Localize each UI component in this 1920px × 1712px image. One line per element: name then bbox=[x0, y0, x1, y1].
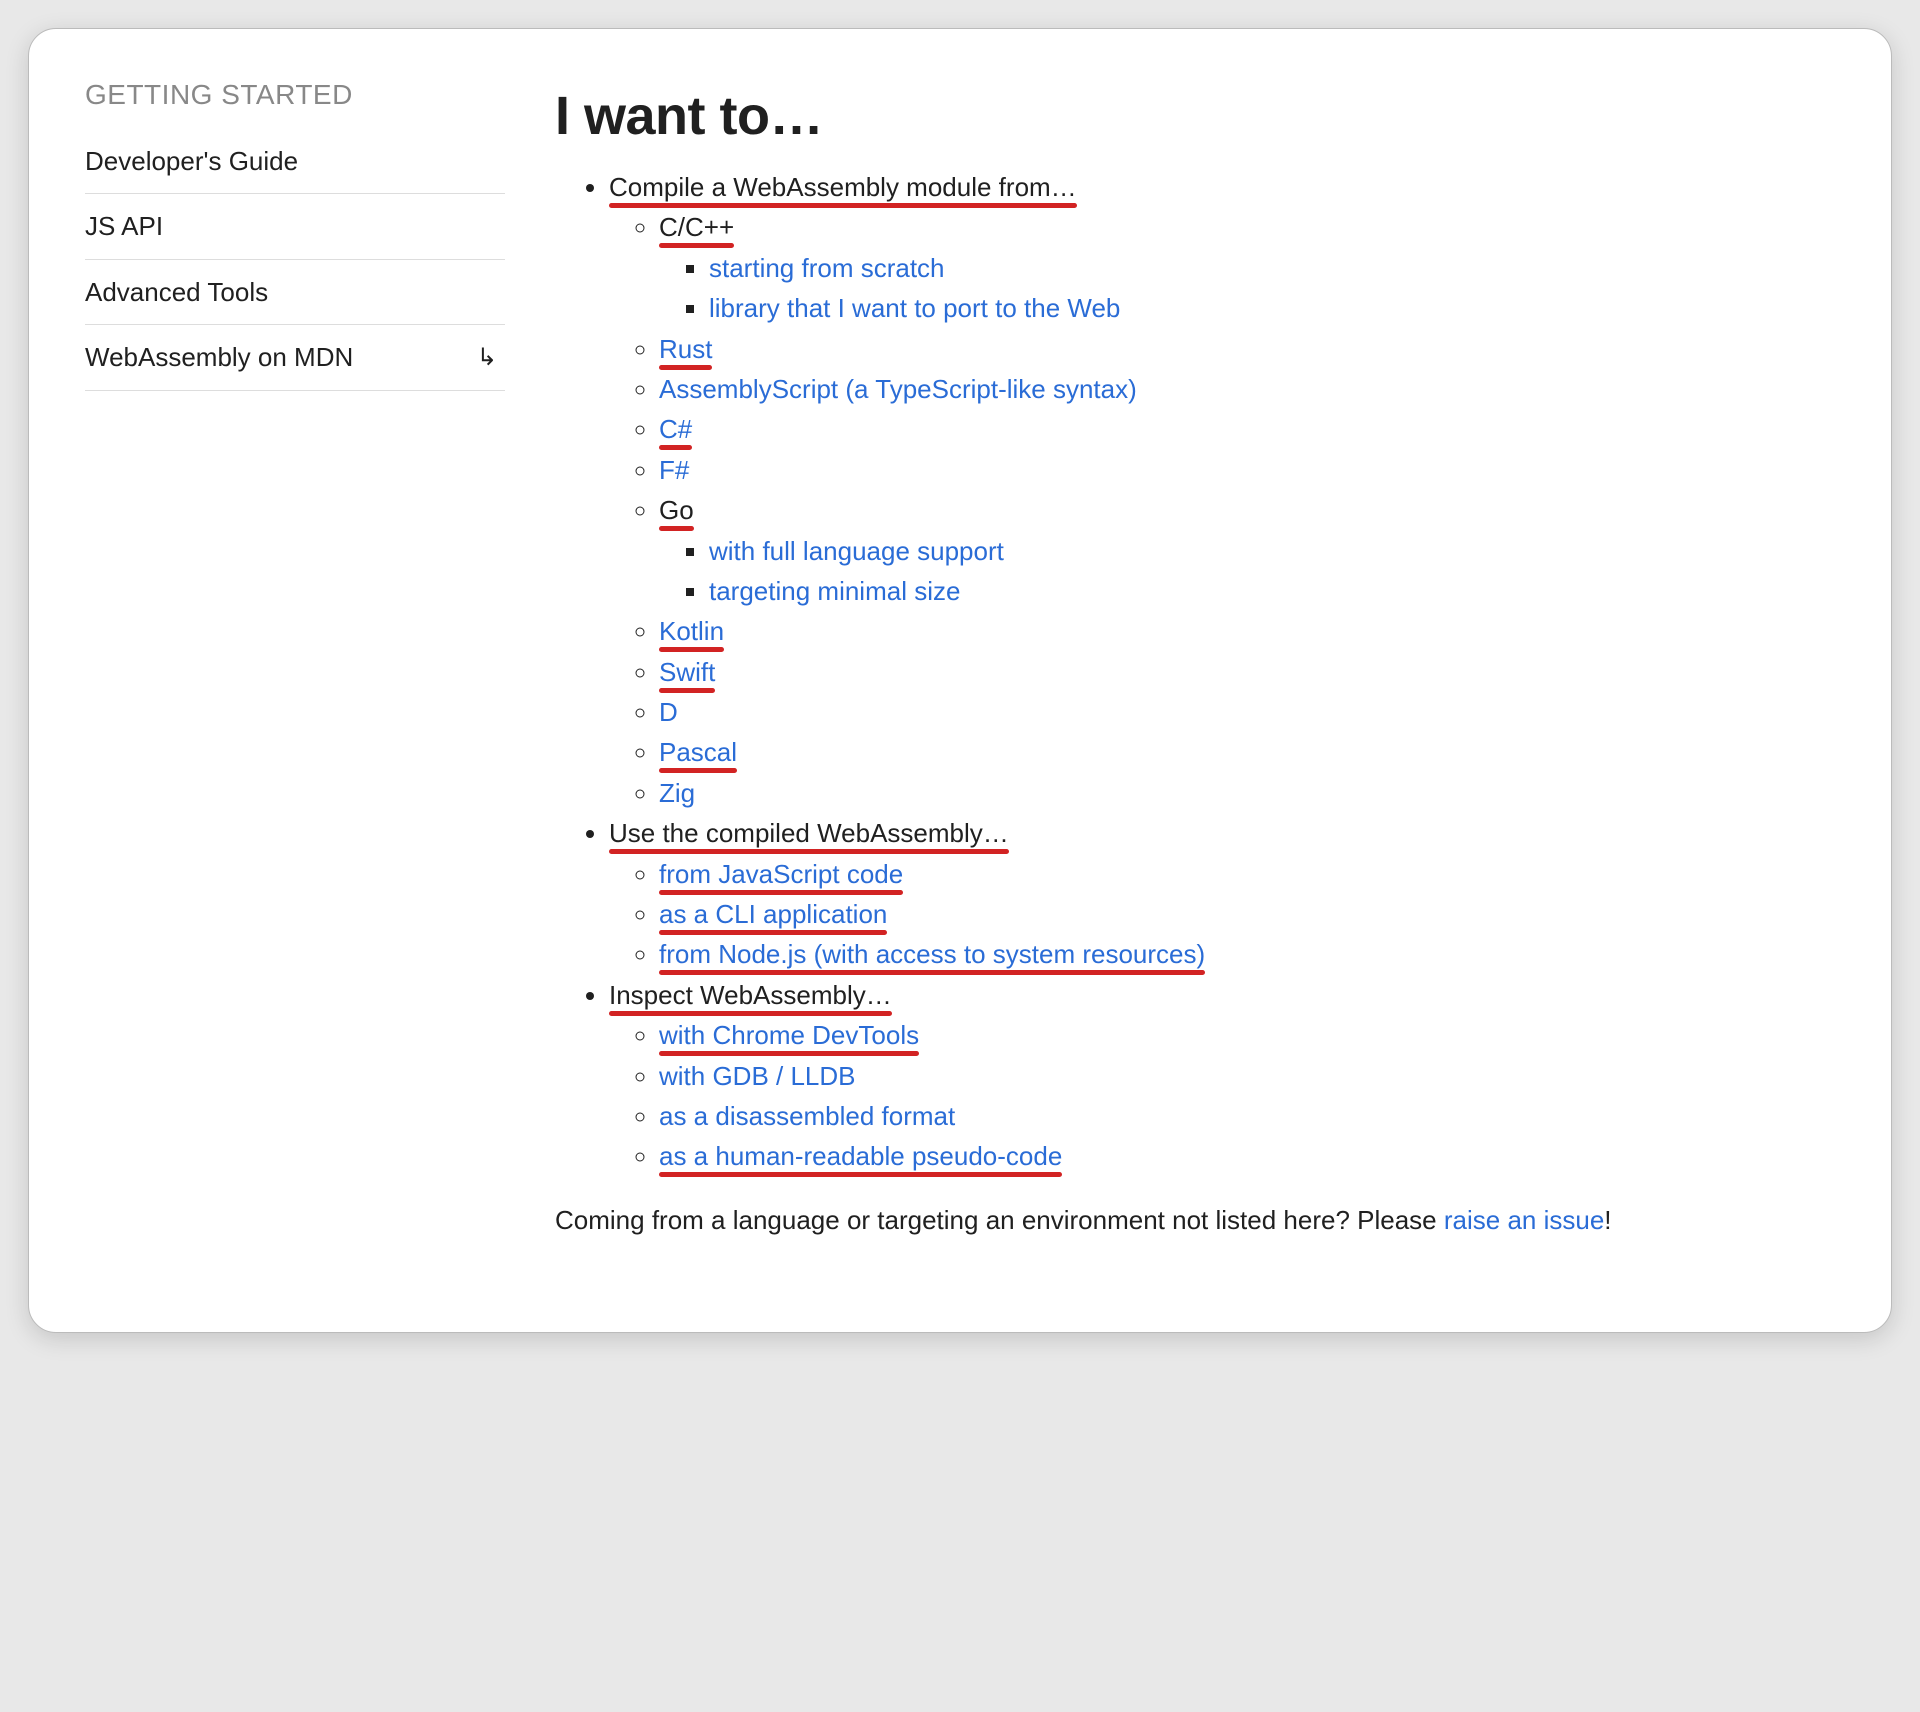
sidebar: GETTING STARTED Developer's Guide JS API A… bbox=[85, 79, 505, 1262]
list-item: Rust bbox=[659, 331, 1861, 367]
list-item: Swift bbox=[659, 654, 1861, 690]
list-item: with Chrome DevTools bbox=[659, 1017, 1861, 1053]
page-frame: GETTING STARTED Developer's Guide JS API A… bbox=[28, 28, 1892, 1333]
external-link-icon: ↳ bbox=[477, 341, 505, 375]
raise-issue-link[interactable]: raise an issue bbox=[1444, 1205, 1604, 1235]
content-link[interactable]: from Node.js (with access to system reso… bbox=[659, 939, 1205, 969]
content-label: Compile a WebAssembly module from… bbox=[609, 172, 1077, 202]
content-link[interactable]: targeting minimal size bbox=[709, 576, 960, 606]
content-link[interactable]: Zig bbox=[659, 778, 695, 808]
list-item: starting from scratch bbox=[709, 250, 1861, 286]
list-item: targeting minimal size bbox=[709, 573, 1861, 609]
content-tree: Compile a WebAssembly module from… C/C++ s… bbox=[555, 169, 1861, 1175]
hand-underline: C/C++ bbox=[659, 212, 734, 242]
page-title: I want to… bbox=[555, 85, 1861, 147]
hand-underline: Inspect WebAssembly… bbox=[609, 980, 892, 1010]
footer-prefix: Coming from a language or targeting an e… bbox=[555, 1205, 1444, 1235]
content-link[interactable]: F# bbox=[659, 455, 689, 485]
list-item: Use the compiled WebAssembly… from JavaSc… bbox=[609, 815, 1861, 973]
content-label: Use the compiled WebAssembly… bbox=[609, 818, 1009, 848]
list-item: Compile a WebAssembly module from… C/C++ s… bbox=[609, 169, 1861, 811]
main-content: I want to… Compile a WebAssembly module … bbox=[555, 79, 1861, 1262]
hand-underline: Go bbox=[659, 495, 694, 525]
content-label: C/C++ bbox=[659, 212, 734, 242]
list-item: F# bbox=[659, 452, 1861, 488]
hand-underline: Swift bbox=[659, 657, 715, 687]
list-item: Zig bbox=[659, 775, 1861, 811]
content-link[interactable]: Swift bbox=[659, 657, 715, 687]
list-item: with full language support bbox=[709, 533, 1861, 569]
content-link[interactable]: with full language support bbox=[709, 536, 1004, 566]
list-item: Inspect WebAssembly… with Chrome DevTools… bbox=[609, 977, 1861, 1175]
list-item: as a disassembled format bbox=[659, 1098, 1861, 1134]
sidebar-item-label: Developer's Guide bbox=[85, 143, 298, 179]
footer-note: Coming from a language or targeting an e… bbox=[555, 1205, 1861, 1236]
content-link[interactable]: with Chrome DevTools bbox=[659, 1020, 919, 1050]
list-item: C# bbox=[659, 411, 1861, 447]
hand-underline: Use the compiled WebAssembly… bbox=[609, 818, 1009, 848]
content-link[interactable]: as a CLI application bbox=[659, 899, 887, 929]
hand-underline: C# bbox=[659, 414, 692, 444]
content-link[interactable]: D bbox=[659, 697, 678, 727]
list-item: as a human-readable pseudo-code bbox=[659, 1138, 1861, 1174]
list-item: Go with full language support targeting mi… bbox=[659, 492, 1861, 609]
list-item: library that I want to port to the Web bbox=[709, 290, 1861, 326]
list-item: Pascal bbox=[659, 734, 1861, 770]
hand-underline: as a human-readable pseudo-code bbox=[659, 1141, 1062, 1171]
list-item: D bbox=[659, 694, 1861, 730]
hand-underline: Compile a WebAssembly module from… bbox=[609, 172, 1077, 202]
sidebar-item-label: WebAssembly on MDN bbox=[85, 339, 353, 375]
list-item: with GDB / LLDB bbox=[659, 1058, 1861, 1094]
content-link[interactable]: Kotlin bbox=[659, 616, 724, 646]
sidebar-item-label: JS API bbox=[85, 208, 163, 244]
hand-underline: Rust bbox=[659, 334, 712, 364]
sidebar-item[interactable]: Developer's Guide bbox=[85, 129, 505, 194]
list-item: from Node.js (with access to system reso… bbox=[659, 936, 1861, 972]
sidebar-list: Developer's Guide JS API Advanced Tools Web… bbox=[85, 129, 505, 391]
content-link[interactable]: with GDB / LLDB bbox=[659, 1061, 856, 1091]
content-link[interactable]: Rust bbox=[659, 334, 712, 364]
hand-underline: as a CLI application bbox=[659, 899, 887, 929]
content-link[interactable]: starting from scratch bbox=[709, 253, 945, 283]
content-link[interactable]: as a human-readable pseudo-code bbox=[659, 1141, 1062, 1171]
content-link[interactable]: AssemblyScript (a TypeScript-like syntax… bbox=[659, 374, 1137, 404]
content-link[interactable]: library that I want to port to the Web bbox=[709, 293, 1120, 323]
content-link[interactable]: Pascal bbox=[659, 737, 737, 767]
sidebar-heading: GETTING STARTED bbox=[85, 79, 505, 111]
content-label: Inspect WebAssembly… bbox=[609, 980, 892, 1010]
list-item: AssemblyScript (a TypeScript-like syntax… bbox=[659, 371, 1861, 407]
footer-suffix: ! bbox=[1604, 1205, 1611, 1235]
content-link[interactable]: from JavaScript code bbox=[659, 859, 903, 889]
sidebar-item[interactable]: JS API bbox=[85, 194, 505, 259]
list-item: from JavaScript code bbox=[659, 856, 1861, 892]
list-item: as a CLI application bbox=[659, 896, 1861, 932]
hand-underline: Pascal bbox=[659, 737, 737, 767]
content-link[interactable]: as a disassembled format bbox=[659, 1101, 955, 1131]
list-item: C/C++ starting from scratch library that I… bbox=[659, 209, 1861, 326]
content-label: Go bbox=[659, 495, 694, 525]
list-item: Kotlin bbox=[659, 613, 1861, 649]
hand-underline: from Node.js (with access to system reso… bbox=[659, 939, 1205, 969]
hand-underline: Kotlin bbox=[659, 616, 724, 646]
sidebar-item-label: Advanced Tools bbox=[85, 274, 268, 310]
sidebar-item[interactable]: WebAssembly on MDN ↳ bbox=[85, 325, 505, 390]
content-link[interactable]: C# bbox=[659, 414, 692, 444]
hand-underline: from JavaScript code bbox=[659, 859, 903, 889]
sidebar-item[interactable]: Advanced Tools bbox=[85, 260, 505, 325]
hand-underline: with Chrome DevTools bbox=[659, 1020, 919, 1050]
